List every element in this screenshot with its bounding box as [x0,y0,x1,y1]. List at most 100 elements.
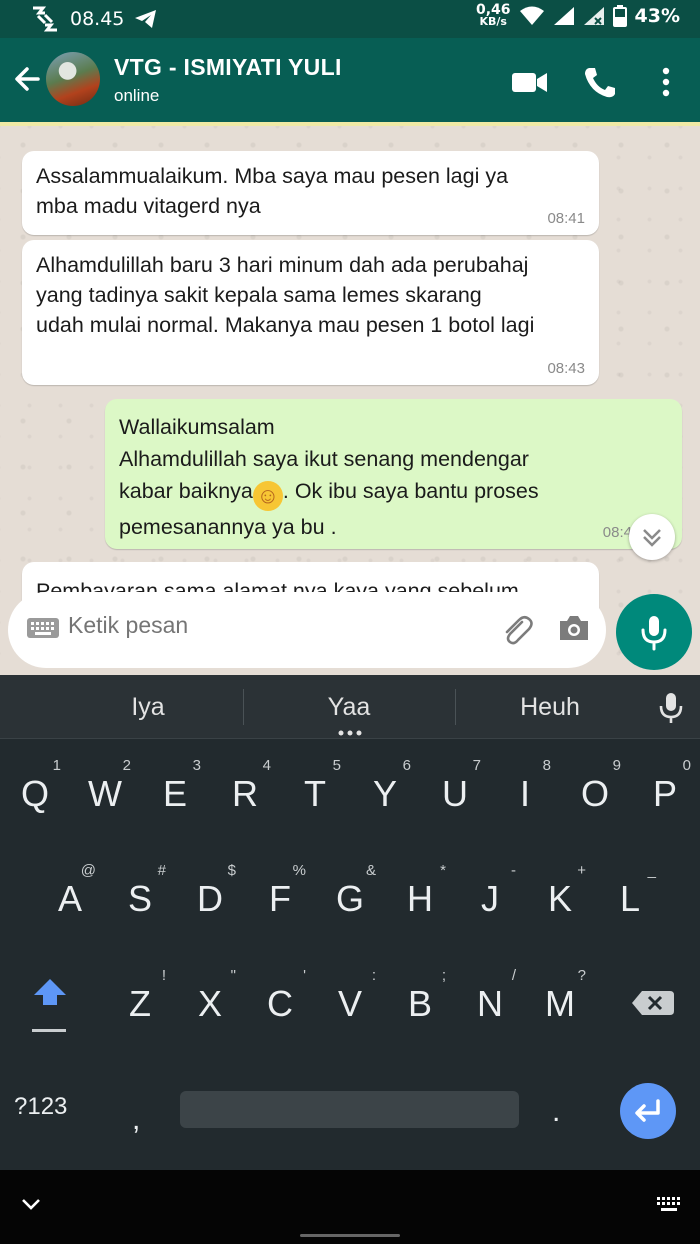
key-w[interactable]: W2 [73,745,137,841]
shift-arrow-icon [32,979,66,1032]
voice-message-button[interactable] [616,594,692,670]
more-options-icon[interactable] [648,64,684,100]
key-label: V [337,983,362,1024]
camera-icon[interactable] [557,613,591,643]
comma-key[interactable]: , [132,1103,162,1143]
key-hint: & [365,862,376,879]
shift-key[interactable] [18,965,82,1045]
message-line: Alhamdulillah saya ikut senang mendengar [119,447,529,471]
key-hint: + [577,862,586,879]
key-e[interactable]: E3 [143,745,207,841]
key-hint: 0 [682,757,691,774]
keyboard-mic-icon[interactable] [658,691,684,725]
key-v[interactable]: V: [318,955,382,1051]
smiling-emoji-icon: ☺ [252,481,283,511]
key-s[interactable]: S # [108,850,172,946]
key-l[interactable]: L _ [598,850,662,946]
message-line: udah mulai normal. Makanya mau pesen 1 b… [36,313,535,337]
key-g[interactable]: G & [318,850,382,946]
message-bubble-incoming[interactable]: Alhamdulillah baru 3 hari minum dah ada … [22,240,599,385]
contact-status: online [114,86,160,105]
message-input[interactable] [68,612,488,639]
contact-name[interactable]: VTG - ISMIYATI YULI [114,54,342,81]
navigation-bar [0,1170,700,1244]
key-d[interactable]: D $ [178,850,242,946]
key-n[interactable]: N / [458,955,522,1051]
key-hint: ; [441,967,446,984]
key-label: C [267,983,293,1024]
double-chevron-down-icon [643,529,661,547]
key-z[interactable]: Z! [108,955,172,1051]
key-label: N [477,983,503,1024]
key-label: M [545,983,575,1024]
keyboard-icon[interactable] [26,616,60,642]
key-k[interactable]: K + [528,850,592,946]
video-call-icon[interactable] [510,64,550,100]
suggestion-heuh[interactable]: Heuh [450,693,650,722]
back-arrow-icon[interactable] [12,62,42,96]
avatar[interactable] [46,52,100,106]
message-bubble-outgoing[interactable]: Wallaikumsalam Alhamdulillah saya ikut s… [105,399,682,549]
key-hint: ? [577,967,586,984]
key-b[interactable]: B; [388,955,452,1051]
enter-arrow-icon [635,1099,660,1122]
suggestion-strip: Iya Yaa Heuh [0,675,700,739]
message-line: Assalammualaikum. Mba saya mau pesen lag… [36,164,509,188]
key-label: A [57,878,82,919]
key-i[interactable]: I8 [493,745,557,841]
message-line: kabar baiknya ☺. Ok ibu saya bantu proses [119,475,668,511]
key-j[interactable]: J- [458,850,522,946]
key-hint: 7 [472,757,481,774]
key-hint: * [440,862,446,879]
key-hint: 3 [192,757,201,774]
key-label: B [407,983,432,1024]
message-bubble-incoming[interactable]: Assalammualaikum. Mba saya mau pesen lag… [22,151,599,235]
key-hint: # [157,862,166,879]
message-line: yang tadinya sakit kepala sama lemes ska… [36,283,482,307]
space-bar[interactable] [180,1091,519,1128]
symbols-key[interactable]: ?123 [14,1093,94,1133]
key-y[interactable]: Y6 [353,745,417,841]
message-time: 08:43 [547,360,585,377]
telegram-icon [135,10,157,28]
key-o[interactable]: O9 [563,745,627,841]
home-handle[interactable] [300,1234,400,1237]
chat-header: VTG - ISMIYATI YULI online [0,38,700,122]
key-label: Q [20,773,49,814]
key-c[interactable]: C ' [248,955,312,1051]
voice-call-icon[interactable] [580,64,620,100]
period-key[interactable]: . [552,1095,582,1135]
more-suggestions-icon[interactable] [337,729,363,737]
keyboard-switch-icon[interactable] [656,1196,682,1214]
key-p[interactable]: P0 [633,745,697,841]
key-m[interactable]: M? [528,955,592,1051]
enter-key[interactable] [620,1083,676,1139]
key-x[interactable]: X " [178,955,242,1051]
message-line: mba madu vitagerd nya [36,194,261,218]
backspace-key[interactable] [624,975,684,1035]
scroll-to-bottom-button[interactable] [629,514,675,560]
key-hint: 1 [52,757,61,774]
key-r[interactable]: R4 [213,745,277,841]
key-u[interactable]: U7 [423,745,487,841]
suggestion-yaa[interactable]: Yaa [249,693,449,722]
message-time: 08:4 [602,524,632,541]
key-t[interactable]: T5 [283,745,347,841]
message-text: kabar baiknya [119,479,253,503]
key-label: X [197,983,222,1024]
status-bar: 08.45 0,46 KB/s 43% [0,0,700,38]
key-label: L [619,878,641,919]
key-hint: 6 [402,757,411,774]
key-label: W [88,773,122,814]
suggestion-iya[interactable]: Iya [48,693,248,722]
key-a[interactable]: A @ [38,850,102,946]
key-q[interactable]: Q1 [3,745,67,841]
hide-keyboard-chevron-icon[interactable] [20,1196,42,1212]
key-hint: _ [647,862,656,879]
key-f[interactable]: F% [248,850,312,946]
key-label: I [519,773,530,814]
key-hint: : [371,967,376,984]
key-h[interactable]: H * [388,850,452,946]
attach-icon[interactable] [498,612,534,648]
microphone-icon [641,616,667,651]
